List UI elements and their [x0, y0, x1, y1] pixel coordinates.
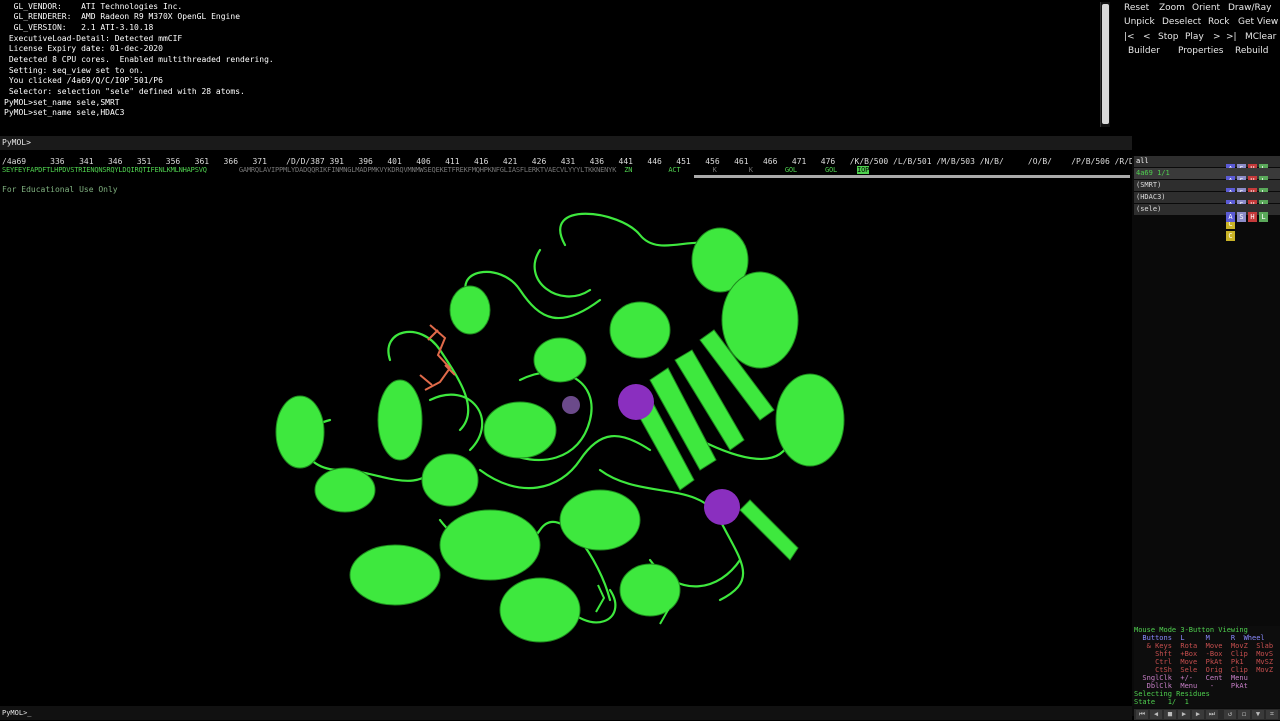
- ion-sphere[interactable]: [704, 489, 740, 525]
- show-button[interactable]: S: [1237, 212, 1246, 222]
- last-frame-button[interactable]: >|: [1226, 32, 1237, 42]
- command-input[interactable]: [40, 137, 1124, 151]
- fast-forward-icon[interactable]: ⏭: [1206, 710, 1218, 719]
- object-name[interactable]: (SMRT): [1136, 181, 1161, 189]
- log-line: License Expiry date: 01-dec-2020: [4, 44, 163, 53]
- object-row-hdac3[interactable]: (HDAC3) ASHLC: [1134, 192, 1280, 229]
- residues-chain-a[interactable]: SEYFEYFAPDFTLHPDVSTRIENQNSRQYLDQIRQTIFEN…: [2, 166, 207, 174]
- log-line: ExecutiveLoad-Detail: Detected mmCIF: [4, 34, 183, 43]
- log-line: GL_VENDOR: ATI Technologies Inc.: [4, 2, 183, 11]
- object-name[interactable]: 4a69 1/1: [1136, 169, 1170, 177]
- stop-icon[interactable]: ■: [1164, 710, 1176, 719]
- object-row-4a69[interactable]: 4a69 1/1 ASHLC: [1134, 168, 1280, 205]
- drop-down-icon[interactable]: ▼: [1252, 710, 1264, 719]
- bottom-command-prompt: PyMOL>_: [2, 709, 32, 717]
- mclear-button[interactable]: MClear: [1245, 32, 1276, 42]
- sequence-scrollbar[interactable]: [694, 175, 1130, 178]
- label-button[interactable]: L: [1259, 212, 1268, 222]
- rock-button[interactable]: Rock: [1208, 17, 1230, 27]
- bottom-command-line: PyMOL>_: [0, 706, 1132, 721]
- object-name[interactable]: (sele): [1136, 205, 1161, 213]
- ion-sphere[interactable]: [618, 384, 654, 420]
- protein-helices: [275, 227, 845, 643]
- resize-icon[interactable]: ⌗: [1266, 710, 1278, 719]
- command-line: PyMOL>: [0, 136, 1132, 151]
- mouse-keys-row: & Keys Rota Move MovZ Slab: [1134, 642, 1274, 650]
- draw-ray-button[interactable]: Draw/Ray: [1228, 3, 1271, 13]
- hide-button[interactable]: H: [1248, 212, 1257, 222]
- control-button-panel: Reset Zoom Orient Draw/Ray Unpick Desele…: [1118, 0, 1280, 60]
- stop-button[interactable]: Stop: [1158, 32, 1178, 42]
- object-name[interactable]: (HDAC3): [1136, 193, 1166, 201]
- object-row-all[interactable]: all ASHLC: [1134, 156, 1280, 193]
- object-name[interactable]: all: [1136, 157, 1149, 165]
- state-indicator: State 1/ 1: [1134, 698, 1189, 706]
- play-button[interactable]: Play: [1185, 32, 1204, 42]
- sequence-numbering: /4a69 336 341 346 351 356 361 366 371 /D…: [2, 157, 1154, 166]
- sequence-residues[interactable]: SEYFEYFAPDFTLHPDVSTRIENQNSRQYLDQIRQTIFEN…: [2, 166, 869, 174]
- ligand-iop-sticks[interactable]: [419, 324, 456, 391]
- log-scrollbar[interactable]: [1100, 2, 1110, 127]
- play-icon[interactable]: ▶: [1178, 710, 1190, 719]
- object-list: all ASHLC 4a69 1/1 ASHLC (SMRT) ASHLC (H…: [1134, 156, 1280, 241]
- residues-chain-b[interactable]: GAMRQLAVIPPMLYDADQQRIKFINMNGLMADPMKVYKDR…: [239, 166, 617, 174]
- prev-frame-button[interactable]: <: [1143, 32, 1151, 42]
- het-gol-1[interactable]: GOL: [785, 166, 797, 174]
- zoom-button[interactable]: Zoom: [1159, 3, 1185, 13]
- builder-button[interactable]: Builder: [1128, 46, 1160, 56]
- mouse-buttons-row: Buttons L M R Wheel: [1134, 634, 1265, 642]
- step-back-icon[interactable]: ◀: [1150, 710, 1162, 719]
- log-line: Selector: selection "sele" defined with …: [4, 87, 245, 96]
- log-line: Detected 8 CPU cores. Enabled multithrea…: [4, 55, 274, 64]
- step-forward-icon[interactable]: ▶: [1192, 710, 1204, 719]
- object-action-buttons: ASHL C: [1226, 204, 1280, 242]
- output-log: GL_VENDOR: ATI Technologies Inc. GL_REND…: [0, 0, 1110, 128]
- properties-button[interactable]: Properties: [1178, 46, 1223, 56]
- het-act[interactable]: ACT: [668, 166, 680, 174]
- log-line: GL_RENDERER: AMD Radeon R9 M370X OpenGL …: [4, 12, 241, 21]
- mouse-ctrl-row: Ctrl Move PkAt Pk1 MvSZ: [1134, 658, 1274, 666]
- first-frame-button[interactable]: |<: [1124, 32, 1135, 42]
- log-line: You clicked /4a69/Q/C/I0P`501/P6: [4, 76, 163, 85]
- mouse-singleclick-row: SnglClk +/- Cent Menu: [1134, 674, 1248, 682]
- het-zn[interactable]: ZN: [624, 166, 632, 174]
- next-frame-button[interactable]: >: [1213, 32, 1221, 42]
- log-line: Setting: seq_view set to on.: [4, 66, 144, 75]
- ion-sphere[interactable]: [562, 396, 580, 414]
- unpick-button[interactable]: Unpick: [1124, 17, 1155, 27]
- object-row-smrt[interactable]: (SMRT) ASHLC: [1134, 180, 1280, 217]
- loop-icon[interactable]: ↺: [1224, 710, 1236, 719]
- log-line: PyMOL>set_name sele,HDAC3: [4, 108, 125, 117]
- action-button[interactable]: A: [1226, 212, 1235, 222]
- mouse-mode-panel[interactable]: Mouse Mode 3-Button Viewing Buttons L M …: [1134, 626, 1280, 708]
- color-button[interactable]: C: [1226, 231, 1235, 241]
- reset-button[interactable]: Reset: [1124, 3, 1149, 13]
- het-k-2[interactable]: K: [749, 166, 753, 174]
- selecting-mode[interactable]: Selecting Residues: [1134, 690, 1210, 698]
- log-line: PyMOL>set_name sele,SMRT: [4, 98, 120, 107]
- rewind-icon[interactable]: ⏮: [1136, 710, 1148, 719]
- movie-playback-controls: ⏮ ◀ ■ ▶ ▶ ⏭ ↺ ◻ ▼ ⌗: [1134, 709, 1280, 720]
- deselect-button[interactable]: Deselect: [1162, 17, 1201, 27]
- het-k-1[interactable]: K: [713, 166, 717, 174]
- protein-cartoon-render[interactable]: [0, 180, 1132, 704]
- mouse-shift-row: Shft +Box -Box Clip MovS: [1134, 650, 1274, 658]
- full-screen-icon[interactable]: ◻: [1238, 710, 1250, 719]
- molecule-viewport[interactable]: [0, 180, 1132, 704]
- mouse-mode-title[interactable]: Mouse Mode 3-Button Viewing: [1134, 626, 1248, 634]
- mouse-doubleclick-row: DblClk Menu - PkAt: [1134, 682, 1248, 690]
- log-line: GL_VERSION: 2.1 ATI-3.10.18: [4, 23, 154, 32]
- bottom-command-input[interactable]: [38, 708, 1122, 721]
- het-iop[interactable]: IOP: [857, 166, 869, 174]
- object-row-sele[interactable]: (sele) A S H L C: [1134, 204, 1280, 241]
- sequence-viewer[interactable]: /4a69 336 341 346 351 356 361 366 371 /D…: [0, 156, 1153, 176]
- log-scrollbar-thumb[interactable]: [1102, 4, 1109, 124]
- mouse-ctsh-row: CtSh Sele Orig Clip MovZ: [1134, 666, 1274, 674]
- get-view-button[interactable]: Get View: [1238, 17, 1278, 27]
- orient-button[interactable]: Orient: [1192, 3, 1220, 13]
- educational-watermark: For Educational Use Only: [2, 185, 118, 194]
- command-prompt: PyMOL>: [2, 138, 31, 147]
- het-gol-2[interactable]: GOL: [825, 166, 837, 174]
- rebuild-button[interactable]: Rebuild: [1235, 46, 1269, 56]
